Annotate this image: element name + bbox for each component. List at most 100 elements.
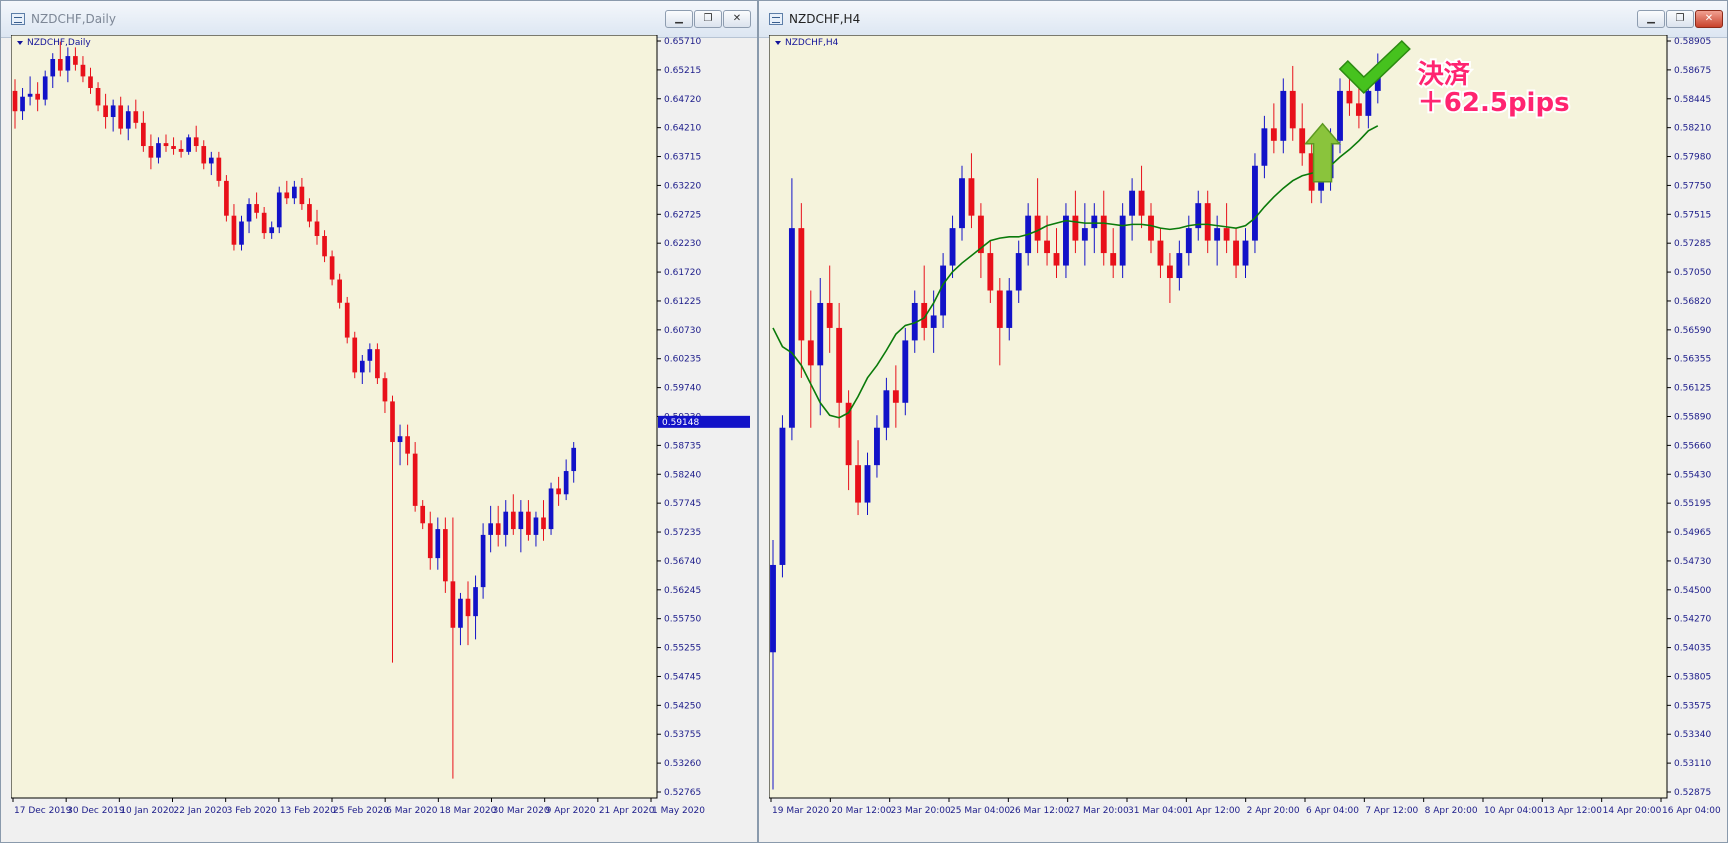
candle-body — [836, 327, 843, 403]
candle-body — [892, 390, 899, 403]
time-tick-label: 13 Feb 2020 — [280, 806, 336, 816]
candle-body — [12, 90, 18, 112]
plot-background[interactable] — [769, 35, 1668, 799]
price-tick-label: 0.55660 — [1674, 441, 1711, 451]
window-title: NZDCHF,Daily — [31, 12, 116, 26]
candle-body — [450, 581, 456, 628]
time-tick-label: 17 Dec 2019 — [14, 806, 72, 816]
price-tick-label: 0.52765 — [664, 788, 701, 798]
candle-body — [50, 58, 56, 77]
candle-body — [65, 56, 71, 71]
candle-body — [930, 315, 937, 328]
maximize-button[interactable]: ❐ — [1666, 10, 1694, 28]
candle-body — [118, 105, 124, 129]
candle-body — [864, 465, 871, 503]
candle-body — [902, 340, 909, 403]
price-tick-label: 0.54035 — [1674, 644, 1711, 654]
candle-body — [495, 523, 501, 535]
time-tick-label: 14 Apr 20:00 — [1603, 806, 1662, 816]
candle-body — [231, 215, 237, 245]
candle-body — [443, 529, 448, 582]
candle-body — [208, 157, 214, 164]
candle-body — [141, 122, 146, 147]
candle-body — [35, 93, 40, 100]
candle-body — [968, 178, 975, 216]
candle-body — [518, 511, 524, 530]
candle-body — [337, 279, 342, 303]
price-tick-label: 0.60730 — [664, 326, 701, 336]
candle-body — [178, 148, 184, 152]
time-tick-label: 31 Mar 04:00 — [1128, 806, 1188, 816]
price-tick-label: 0.56740 — [664, 557, 701, 567]
price-tick-label: 0.55890 — [1674, 413, 1711, 423]
price-tick-label: 0.53805 — [1674, 672, 1711, 682]
candle-body — [103, 105, 108, 118]
candle-body — [435, 529, 441, 559]
candle-body — [1015, 253, 1022, 291]
candle-body — [397, 436, 403, 443]
candle-body — [1100, 215, 1107, 254]
maximize-icon: ❐ — [703, 13, 713, 24]
candle-body — [276, 192, 282, 228]
time-tick-label: 22 Jan 2020 — [174, 806, 228, 816]
price-tick-label: 0.52875 — [1674, 788, 1711, 798]
minimize-button[interactable]: ▁ — [1637, 10, 1665, 28]
candle-body — [465, 598, 471, 617]
chart-area[interactable]: NZDCHF,H4 0.58905 0.58675 0.58445 0.58210 0.5… — [769, 35, 1723, 818]
time-tick-label: 2 Apr 20:00 — [1247, 806, 1300, 816]
candle-body — [95, 88, 101, 106]
window-titlebar[interactable]: NZDCHF,Daily ▁ ❐ ✕ — [1, 1, 757, 38]
candle-body — [382, 378, 388, 402]
price-tick-label: 0.61720 — [664, 268, 701, 278]
chart-window-h4[interactable]: NZDCHF,H4 ▁ ❐ ✕ NZDCHF,H4 0.58905 0.58675 0… — [758, 0, 1728, 843]
price-tick-label: 0.54250 — [664, 701, 701, 711]
candle-body — [996, 290, 1003, 328]
candle-body — [1270, 128, 1277, 141]
chart-area[interactable]: NZDCHF,Daily 0.65710 0.65215 0.64720 0.64210… — [11, 35, 751, 818]
chart-window-daily[interactable]: NZDCHF,Daily ▁ ❐ ✕ NZDCHF,Daily 0.65710 0.… — [0, 0, 758, 843]
candle-body — [412, 453, 418, 506]
candle-body — [1355, 103, 1362, 116]
price-tick-label: 0.58210 — [1674, 124, 1711, 134]
minimize-button[interactable]: ▁ — [665, 10, 693, 28]
price-tick-label: 0.58905 — [1674, 37, 1711, 47]
time-tick-label: 8 Apr 20:00 — [1425, 806, 1478, 816]
plot-background[interactable] — [11, 35, 658, 799]
price-tick-label: 0.54965 — [1674, 528, 1711, 538]
candle-body — [987, 253, 994, 291]
price-tick-label: 0.57745 — [664, 499, 701, 509]
h4-chart-svg[interactable]: NZDCHF,H4 0.58905 0.58675 0.58445 0.58210 0.5… — [769, 35, 1725, 820]
candle-body — [163, 143, 169, 147]
current-price-label: 0.59148 — [662, 418, 699, 428]
time-tick-label: 3 Feb 2020 — [227, 806, 278, 816]
candle-body — [855, 465, 861, 503]
close-button[interactable]: ✕ — [723, 10, 751, 28]
candle-body — [427, 523, 433, 559]
candle-body — [171, 146, 176, 149]
candle-body — [390, 401, 395, 443]
price-tick-label: 0.56355 — [1674, 355, 1711, 365]
candle-body — [533, 517, 539, 535]
price-tick-label: 0.61225 — [664, 297, 701, 307]
candle-body — [1185, 228, 1192, 254]
maximize-icon: ❐ — [1675, 13, 1685, 24]
candle-body — [1365, 90, 1372, 116]
candle-body — [405, 436, 410, 454]
price-tick-label: 0.63220 — [664, 181, 701, 191]
time-tick-label: 16 Apr 04:00 — [1662, 806, 1721, 816]
candle-body — [458, 598, 463, 628]
daily-chart-svg[interactable]: NZDCHF,Daily 0.65710 0.65215 0.64720 0.64210… — [11, 35, 753, 820]
candle-body — [352, 337, 358, 373]
maximize-button[interactable]: ❐ — [694, 10, 722, 28]
candle-body — [239, 221, 244, 245]
price-tick-label: 0.55430 — [1674, 470, 1711, 480]
price-tick-label: 0.53260 — [664, 759, 701, 769]
candle-body — [1289, 90, 1296, 129]
candle-body — [224, 180, 229, 216]
close-button[interactable]: ✕ — [1695, 10, 1723, 28]
window-titlebar[interactable]: NZDCHF,H4 ▁ ❐ ✕ — [759, 1, 1727, 38]
candle-body — [1063, 215, 1069, 266]
time-tick-label: 1 Apr 12:00 — [1187, 806, 1240, 816]
price-tick-label: 0.58675 — [1674, 66, 1711, 76]
candle-body — [344, 302, 350, 338]
